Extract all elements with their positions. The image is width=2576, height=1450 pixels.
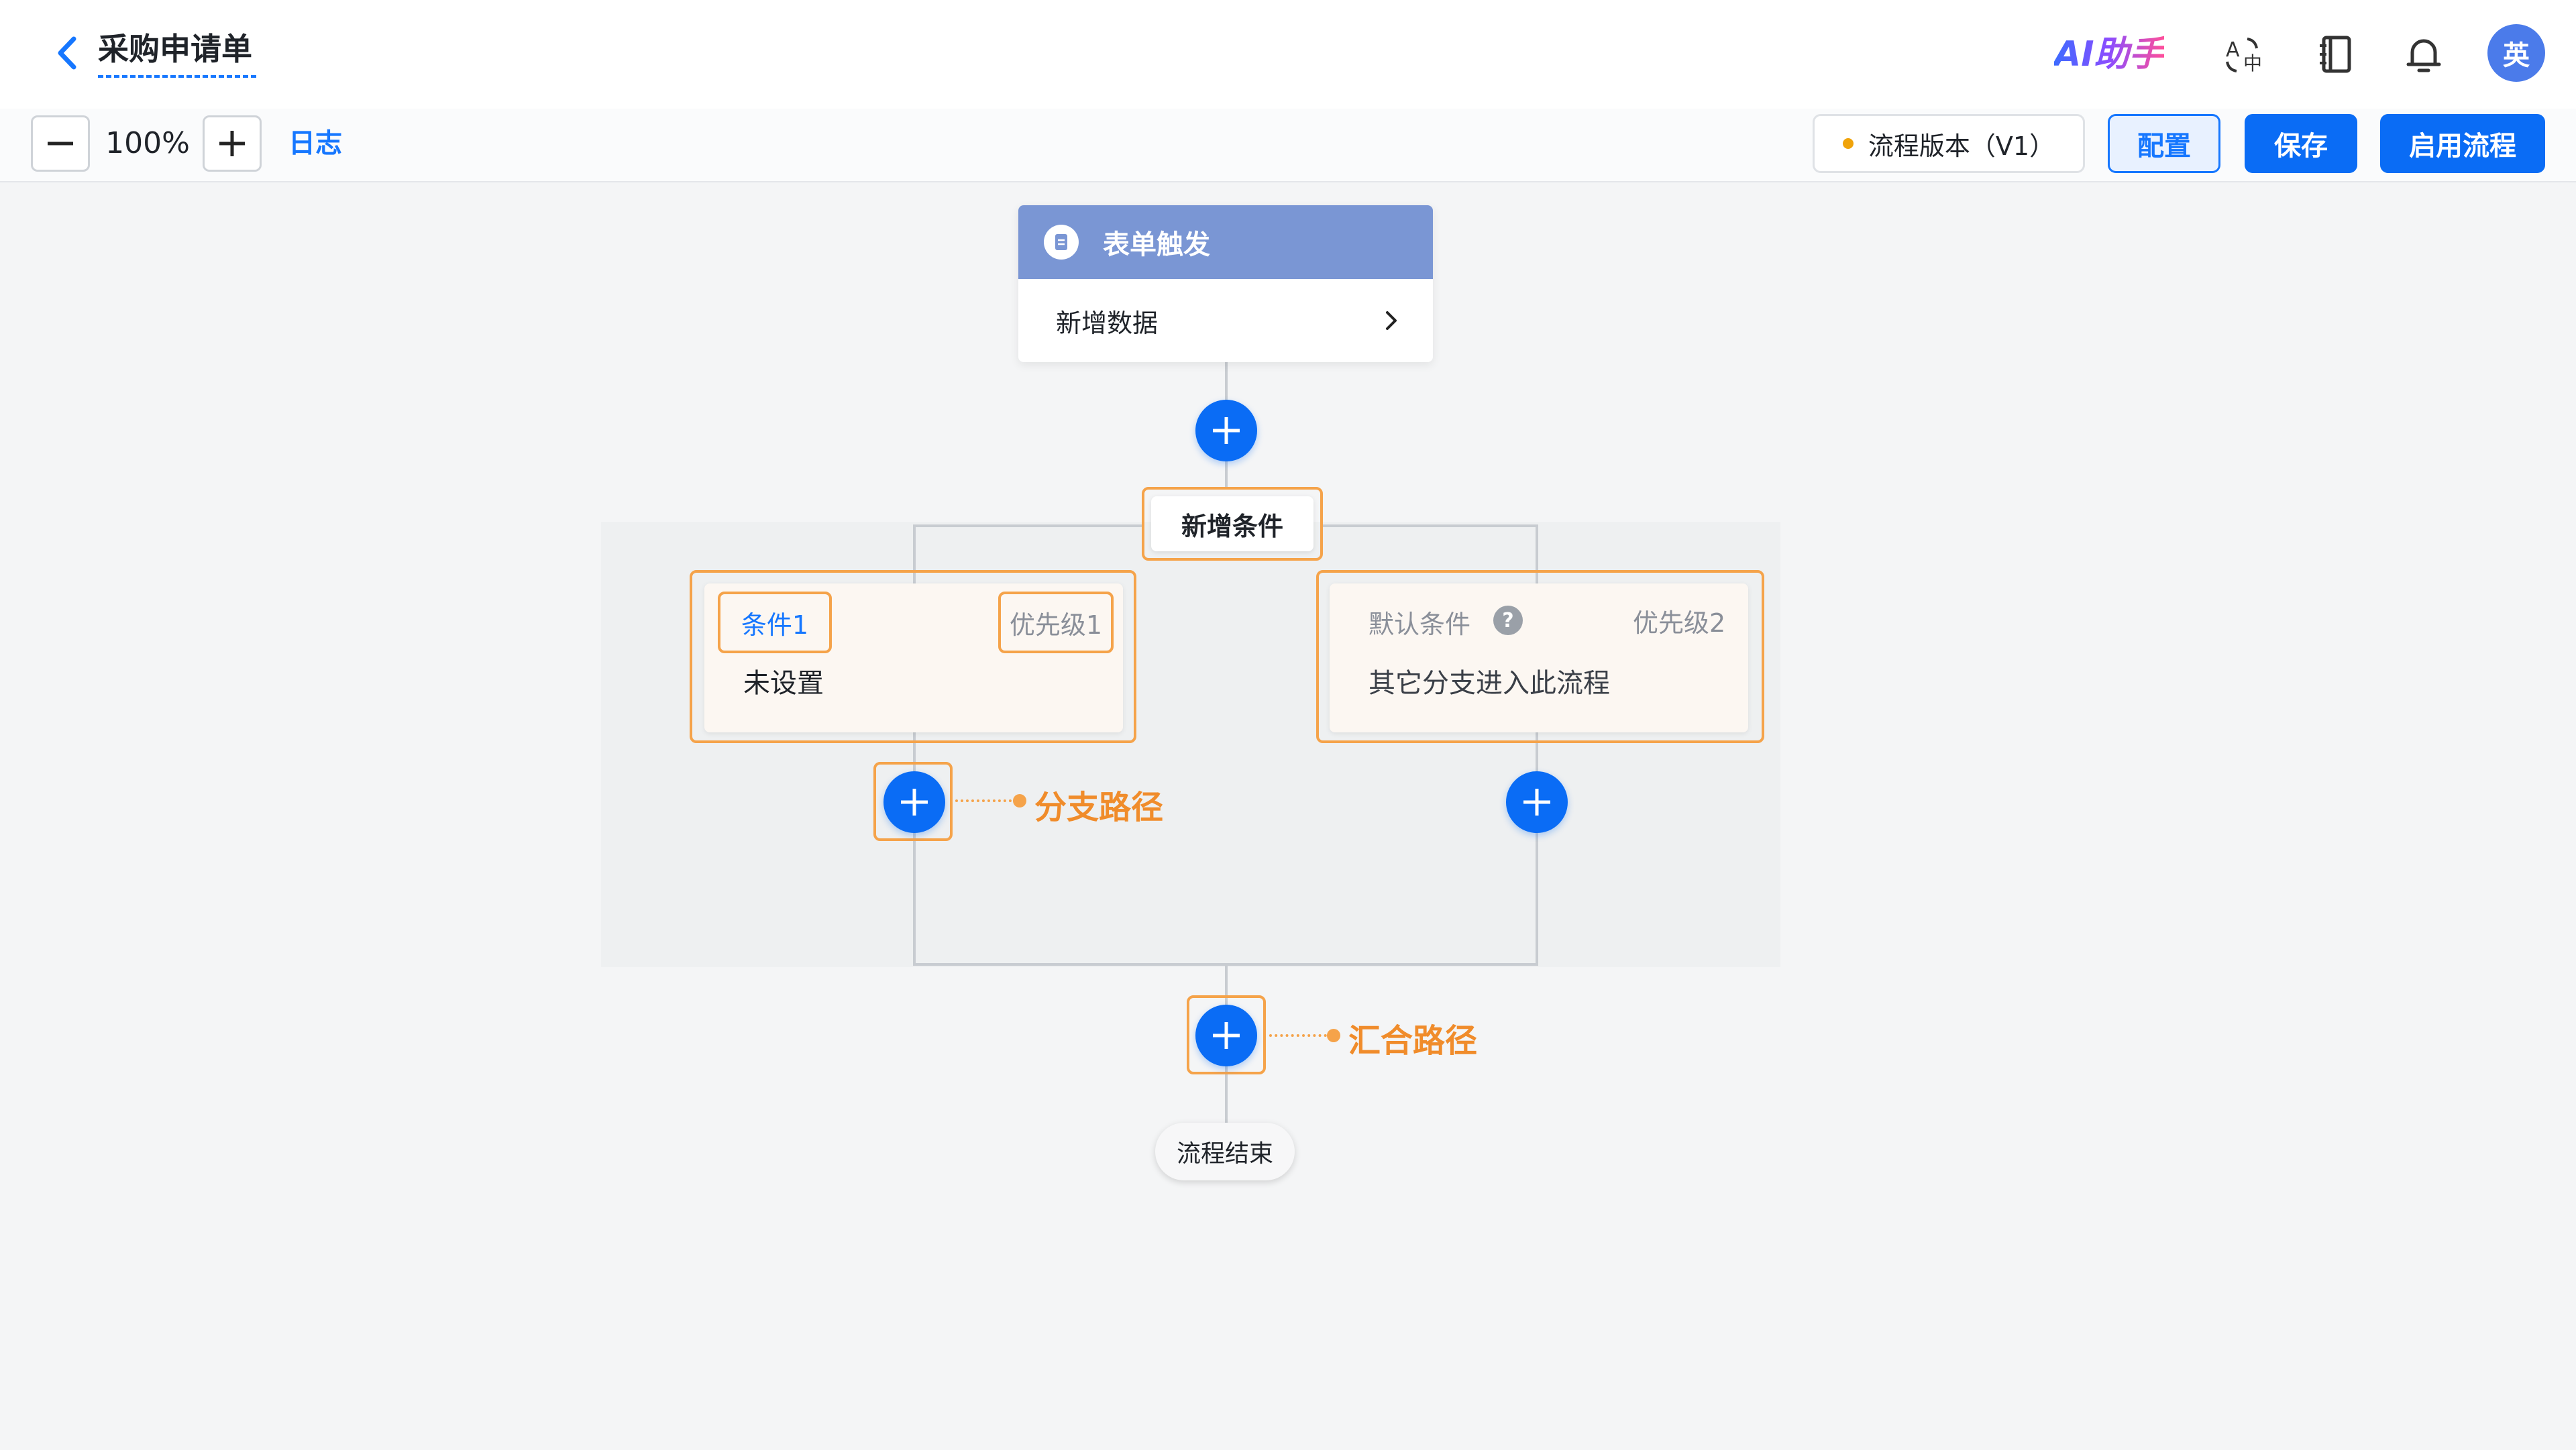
condition-1-priority: 优先级1	[998, 592, 1114, 653]
add-node-button[interactable]	[1195, 400, 1257, 461]
annotation-leader	[1269, 1034, 1332, 1037]
plus-icon	[219, 131, 245, 156]
flow-end-node: 流程结束	[1155, 1123, 1295, 1180]
app-header	[0, 0, 2576, 109]
flow-version-button[interactable]: 流程版本（V1）	[1813, 114, 2085, 173]
avatar[interactable]: 英	[2487, 24, 2545, 82]
document-icon	[1044, 225, 1079, 260]
version-status-dot	[1842, 138, 1854, 149]
annotation-dot	[1327, 1029, 1340, 1042]
trigger-action-row[interactable]: 新增数据	[1018, 279, 1433, 362]
merge-path-annotation: 汇合路径	[1348, 1022, 1478, 1060]
add-branch-node-button[interactable]	[883, 771, 945, 833]
default-condition-desc: 其它分支进入此流程	[1368, 668, 1610, 699]
annotation-leader	[955, 799, 1017, 802]
connector-line	[913, 524, 1142, 527]
bell-icon[interactable]	[2400, 31, 2447, 78]
translate-icon[interactable]: A 中	[2220, 31, 2267, 78]
plus-icon	[1213, 1022, 1240, 1049]
trigger-card[interactable]: 表单触发 新增数据	[1018, 205, 1433, 362]
default-condition-priority: 优先级2	[1633, 608, 1726, 638]
plus-icon	[1213, 417, 1240, 444]
plus-icon	[1523, 789, 1550, 816]
trigger-title: 表单触发	[1103, 229, 1210, 260]
plus-icon	[901, 789, 928, 816]
default-condition-tag: 默认条件	[1368, 610, 1471, 639]
branch-path-annotation: 分支路径	[1034, 789, 1164, 826]
version-label: 流程版本（V1）	[1868, 131, 2055, 161]
svg-text:A: A	[2226, 38, 2240, 62]
condition-1-tag: 条件1	[718, 592, 832, 653]
enable-flow-button[interactable]: 启用流程	[2380, 114, 2545, 173]
annotation-dot	[1013, 794, 1026, 807]
back-arrow-icon[interactable]	[44, 30, 91, 76]
trigger-action: 新增数据	[1056, 308, 1159, 338]
notebook-icon[interactable]	[2313, 31, 2360, 78]
ai-assistant-button[interactable]: AI助手	[2054, 31, 2164, 78]
zoom-out-button[interactable]	[31, 115, 90, 172]
add-condition-button[interactable]: 新增条件	[1151, 496, 1313, 551]
log-link[interactable]: 日志	[288, 118, 342, 169]
page-title[interactable]: 采购申请单	[98, 27, 256, 78]
help-icon[interactable]: ?	[1493, 606, 1523, 635]
trigger-header: 表单触发	[1018, 205, 1433, 279]
config-button[interactable]: 配置	[2108, 114, 2220, 173]
zoom-in-button[interactable]	[203, 115, 262, 172]
condition-1-desc: 未设置	[743, 668, 824, 699]
save-button[interactable]: 保存	[2245, 114, 2357, 173]
minus-icon	[48, 142, 73, 146]
svg-text:中: 中	[2243, 52, 2262, 74]
zoom-level: 100%	[105, 126, 190, 160]
add-default-branch-node-button[interactable]	[1506, 771, 1568, 833]
chevron-right-icon	[1386, 311, 1397, 330]
connector-line	[1323, 524, 1538, 527]
add-merge-node-button[interactable]	[1195, 1005, 1257, 1066]
